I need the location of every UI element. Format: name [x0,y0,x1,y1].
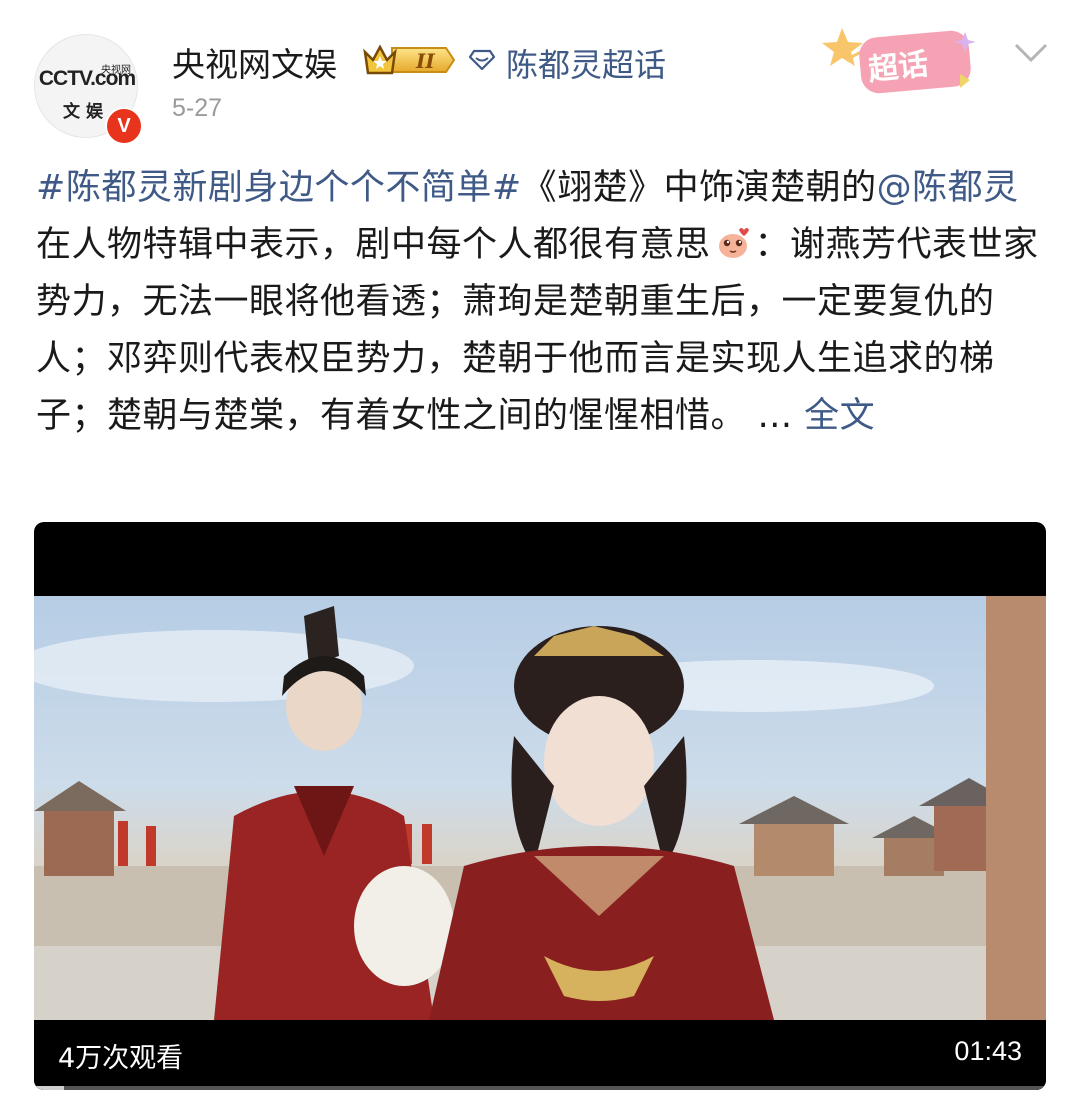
post-text-1: 《翊楚》中饰演楚朝的 [521,168,877,208]
video-progress-bar[interactable] [34,1086,1046,1090]
chevron-down-icon[interactable] [1014,42,1048,64]
post-date: 5-27 [172,94,223,122]
avatar-logo-sub: 央视网 [101,65,131,76]
level-badge-text: II [415,49,435,73]
post-text-2: 在人物特辑中表示，剧中每个人都很有意思 [36,225,711,265]
avatar[interactable]: CCTV.com 央视网 文 娱 V [34,34,143,145]
verified-v-icon: V [105,107,143,145]
username[interactable]: 央视网文娱 [172,38,337,86]
mention-link[interactable]: @陈都灵 [877,168,1019,208]
view-count: 4万次观看 [58,1043,184,1074]
hashtag-link[interactable]: #陈都灵新剧身边个个不简单# [36,168,522,208]
chaohua-label: 超话 [866,46,931,89]
video-player[interactable]: 4万次观看 01:43 [34,522,1046,1090]
read-more-link[interactable]: 全文 [804,396,875,436]
emoji-icon [718,228,749,258]
video-frame [34,596,1046,1020]
topic-diamond-icon [468,49,496,71]
video-progress-fill [34,1086,65,1090]
video-duration: 01:43 [954,1036,1022,1066]
video-info-bar: 4万次观看 01:43 [34,1020,1046,1090]
crown-level-icon[interactable]: II [362,42,456,78]
post-text: #陈都灵新剧身边个个不简单#《翊楚》中饰演楚朝的@陈都灵 在人物特辑中表示，剧中… [36,160,1046,445]
topic-link[interactable]: 陈都灵超话 [506,40,666,86]
